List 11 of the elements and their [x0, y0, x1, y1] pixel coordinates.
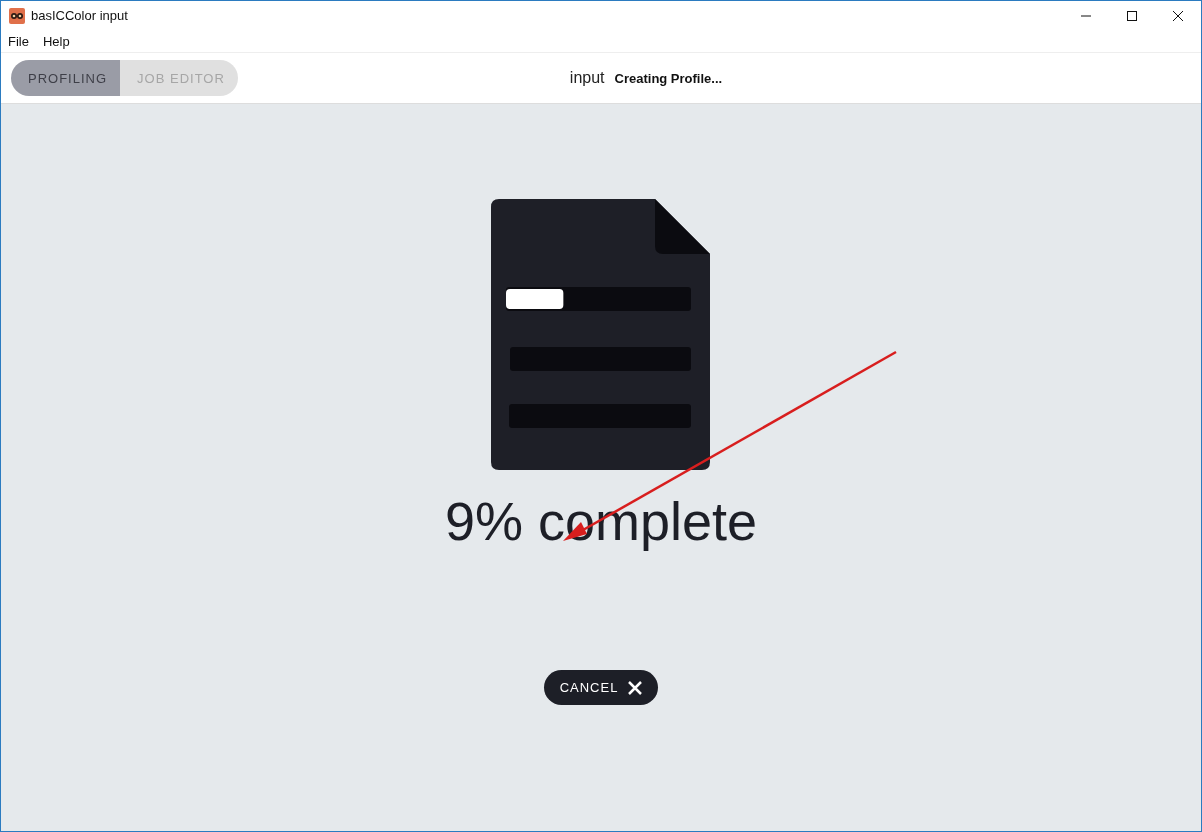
- mode-tab[interactable]: PROFILING: [11, 60, 121, 96]
- close-icon: [628, 680, 643, 695]
- cancel-button[interactable]: CANCEL: [543, 670, 659, 705]
- close-icon: [1173, 10, 1183, 21]
- maximize-icon: [1127, 10, 1137, 21]
- app-name: input: [569, 69, 605, 87]
- menu-item[interactable]: File: [8, 33, 29, 49]
- status-text: Creating Profile...: [614, 70, 723, 86]
- owl-logo-icon: [9, 7, 25, 24]
- window-title: basICColor input: [31, 8, 129, 23]
- menu-item[interactable]: Help: [42, 33, 70, 49]
